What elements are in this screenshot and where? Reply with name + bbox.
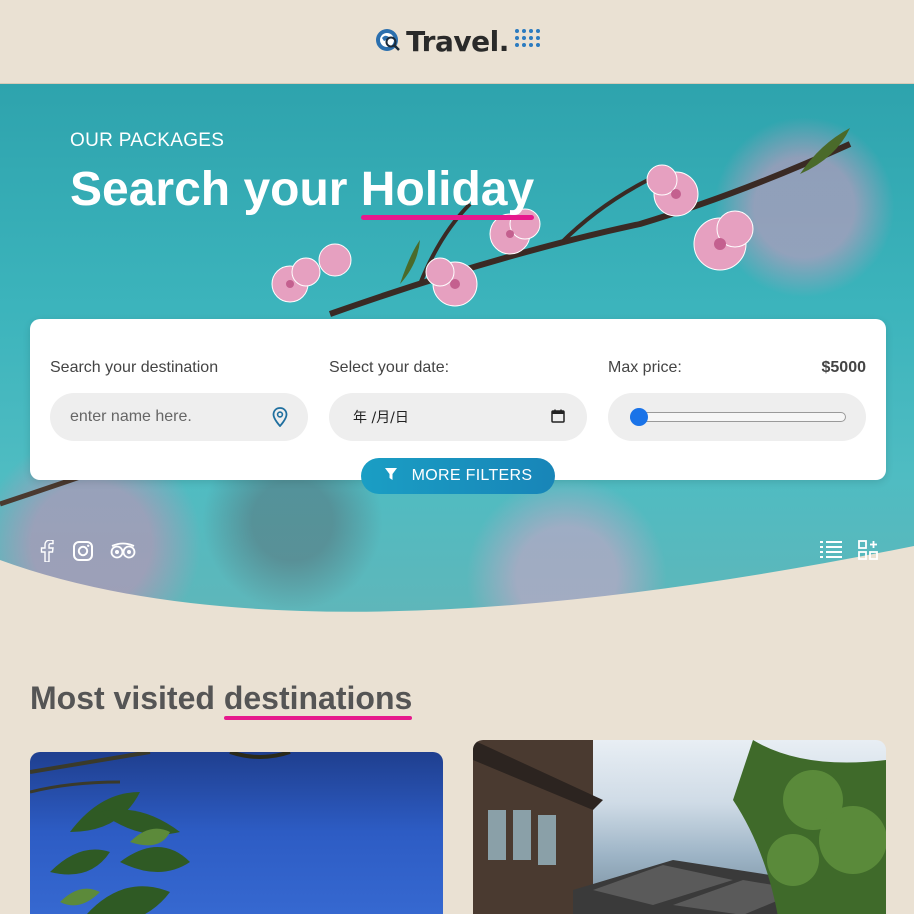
grid-view-icon[interactable]: [858, 540, 878, 565]
view-toggle: [820, 540, 878, 565]
filter-funnel-icon: [384, 467, 398, 486]
price-slider-track[interactable]: [630, 412, 846, 422]
location-pin-icon[interactable]: [272, 407, 288, 432]
more-filters-label: MORE FILTERS: [411, 467, 533, 484]
destination-input[interactable]: [50, 408, 250, 426]
hero-title-main: Search your: [70, 163, 361, 216]
destination-image: [30, 752, 291, 914]
hero-title: Search your Holiday: [70, 162, 534, 217]
tripadvisor-icon[interactable]: [110, 542, 136, 565]
hero-subtitle: OUR PACKAGES: [70, 130, 225, 151]
date-input[interactable]: 年 /月/日: [329, 393, 587, 441]
destination-card[interactable]: [473, 740, 886, 914]
destination-image: [473, 740, 886, 914]
price-slider-thumb[interactable]: [630, 408, 648, 426]
section-title: Most visited destinations: [30, 680, 412, 717]
calendar-icon[interactable]: [551, 409, 565, 428]
logo-dots: [514, 28, 540, 47]
social-links: [40, 539, 136, 567]
price-field: Max price: $5000: [608, 359, 866, 377]
price-slider[interactable]: [608, 393, 866, 441]
instagram-icon[interactable]: [72, 540, 94, 567]
price-value: $5000: [821, 359, 867, 376]
section-title-main: Most visited: [30, 680, 224, 716]
destination-label: Search your destination: [50, 359, 219, 376]
logo-text: Travel.: [406, 25, 509, 58]
hero-title-highlight: Holiday: [360, 163, 535, 216]
search-globe-icon: [374, 25, 402, 58]
destination-input-wrapper[interactable]: [50, 393, 308, 441]
hero-curve-divider: [0, 546, 914, 644]
date-input-value: 年 /月/日: [353, 410, 409, 426]
destination-card[interactable]: [30, 752, 443, 914]
section-title-highlight: destinations: [223, 680, 413, 716]
destination-field: Search your destination: [50, 359, 308, 377]
more-filters-button[interactable]: MORE FILTERS: [361, 458, 555, 494]
site-header: Travel.: [0, 0, 914, 84]
date-label: Select your date:: [329, 359, 450, 376]
logo[interactable]: Travel.: [374, 25, 540, 58]
facebook-icon[interactable]: [40, 539, 54, 567]
list-view-icon[interactable]: [820, 540, 842, 565]
date-field: Select your date:: [329, 359, 587, 377]
search-panel: Search your destination Select your date…: [30, 319, 886, 480]
